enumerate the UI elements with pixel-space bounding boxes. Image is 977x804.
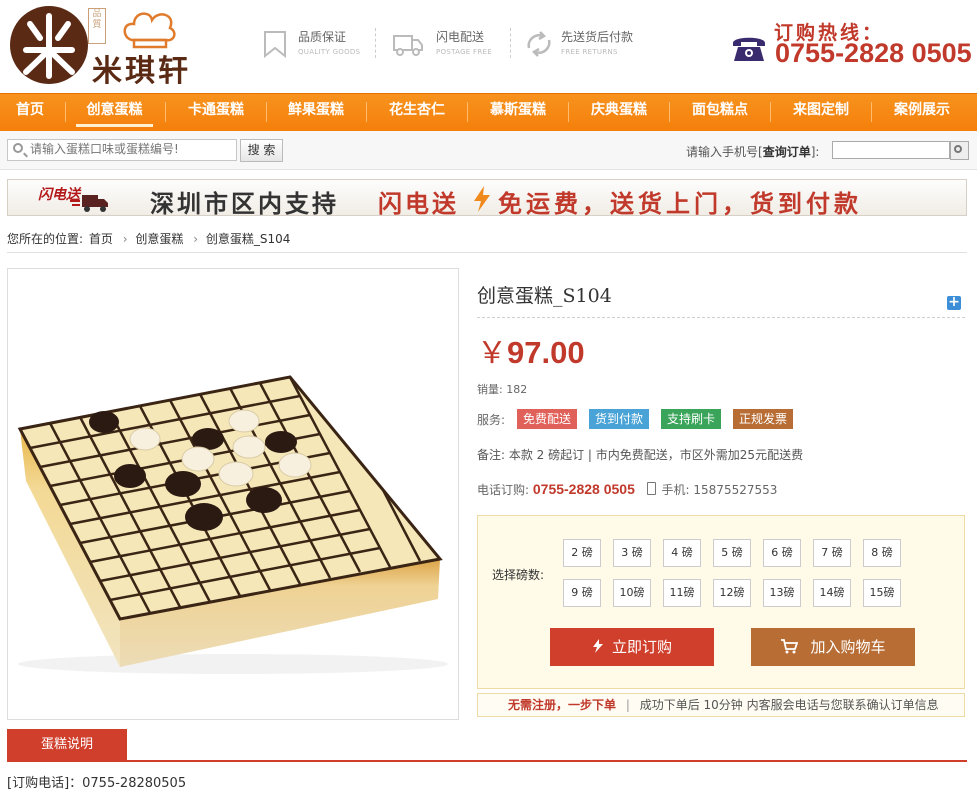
nav-showcase[interactable]: 案例展示	[876, 94, 968, 130]
nav-fruit-cake[interactable]: 鲜果蛋糕	[271, 94, 361, 130]
weight-option-11[interactable]: 11磅	[663, 579, 701, 607]
telephone-icon	[733, 37, 765, 61]
weight-option-6[interactable]: 6 磅	[763, 539, 801, 567]
weight-option-5[interactable]: 5 磅	[713, 539, 751, 567]
search-icon	[954, 145, 962, 153]
weight-option-3[interactable]: 3 磅	[613, 539, 651, 567]
mobile-icon	[646, 482, 656, 495]
truck-icon	[70, 195, 108, 212]
banner-text-city: 深圳市区内支持	[150, 190, 339, 218]
weight-option-15[interactable]: 15磅	[863, 579, 901, 607]
site-header: 品質 米琪轩 品质保证 QUALITY GOODS 闪电配送 POSTAGE F…	[0, 0, 977, 93]
weight-option-8[interactable]: 8 磅	[863, 539, 901, 567]
service-tag-free-delivery: 免费配送	[517, 409, 578, 429]
tab-cake-description[interactable]: 蛋糕说明	[7, 729, 127, 760]
search-bar: 搜 索 请输入手机号[查询订单]:	[0, 131, 977, 170]
weight-option-13[interactable]: 13磅	[763, 579, 801, 607]
chevron-right-icon: ›	[122, 232, 128, 246]
breadcrumb-current: 创意蛋糕_S104	[205, 232, 291, 246]
feature-divider	[510, 28, 511, 58]
product-title: 创意蛋糕_S104	[477, 285, 612, 307]
order-info-note: 无需注册，一步下单 | 成功下单后 10分钟 内客服会电话与您联系确认订单信息	[477, 693, 965, 717]
weight-option-9[interactable]: 9 磅	[563, 579, 601, 607]
add-to-cart-button[interactable]: 加入购物车	[751, 628, 915, 666]
order-note: 备注: 本款 2 磅起订 | 市内免费配送，市区外需加25元配送费	[477, 448, 804, 462]
nav-divider	[467, 102, 468, 122]
service-tag-card: 支持刷卡	[661, 409, 722, 429]
buy-now-button[interactable]: 立即订购	[550, 628, 714, 666]
lightning-icon	[474, 186, 490, 212]
nav-peanut-almond[interactable]: 花生杏仁	[371, 94, 463, 130]
service-tag-invoice: 正规发票	[733, 409, 794, 429]
weight-option-12[interactable]: 12磅	[713, 579, 751, 607]
hotline-number: 0755-2828 0505	[775, 38, 972, 68]
weight-selector: 选择磅数: 2 磅 3 磅 4 磅 5 磅 6 磅 7 磅 8 磅 9 磅 10…	[477, 515, 965, 689]
logo-mark[interactable]	[10, 6, 88, 84]
product-price: ￥97.00	[477, 335, 585, 371]
nav-divider	[65, 102, 66, 122]
feature-divider	[375, 28, 376, 58]
nav-creative-cake[interactable]: 创意蛋糕	[74, 94, 155, 130]
chef-hat-icon	[123, 12, 176, 49]
nav-divider	[165, 102, 166, 122]
nav-divider	[366, 102, 367, 122]
weight-option-2[interactable]: 2 磅	[563, 539, 601, 567]
phone-order-row: 电话订购: 0755-2828 0505 手机: 15875527553	[477, 481, 778, 497]
weight-option-10[interactable]: 10磅	[613, 579, 651, 607]
nav-divider	[669, 102, 670, 122]
order-query-button[interactable]	[950, 141, 969, 160]
nav-divider	[568, 102, 569, 122]
order-query-label: 请输入手机号[查询订单]:	[686, 145, 820, 159]
order-phone-input[interactable]	[832, 141, 950, 159]
plus-icon[interactable]: +	[947, 295, 961, 310]
search-icon	[13, 143, 23, 153]
nav-bread-pastry[interactable]: 面包糕点	[674, 94, 766, 130]
weight-option-14[interactable]: 14磅	[813, 579, 851, 607]
search-input[interactable]	[30, 141, 230, 157]
service-label: 服务:	[477, 413, 506, 427]
search-box[interactable]	[7, 139, 237, 161]
nav-custom-photo[interactable]: 来图定制	[775, 94, 867, 130]
breadcrumb: 您所在的位置: 首页 › 创意蛋糕 › 创意蛋糕_S104	[7, 230, 967, 253]
truck-icon	[393, 35, 423, 56]
lightning-icon	[592, 639, 603, 653]
weight-option-4[interactable]: 4 磅	[663, 539, 701, 567]
breadcrumb-link-home[interactable]: 首页	[89, 232, 113, 246]
nav-divider	[770, 102, 771, 122]
logo-tag: 品質	[88, 8, 106, 44]
nav-divider	[871, 102, 872, 122]
nav-mousse-cake[interactable]: 慕斯蛋糕	[472, 94, 564, 130]
nav-home[interactable]: 首页	[0, 94, 60, 130]
cart-icon	[781, 639, 799, 654]
chevron-right-icon: ›	[193, 232, 199, 246]
brand-name[interactable]: 米琪轩	[92, 46, 191, 90]
breadcrumb-link-category[interactable]: 创意蛋糕	[135, 232, 183, 246]
delivery-banner[interactable]: 闪电送 深圳市区内支持 闪电送 免运费，送货上门，货到付款	[7, 179, 967, 218]
search-button[interactable]: 搜 索	[240, 139, 283, 162]
banner-text-flash: 闪电送	[378, 190, 459, 218]
nav-cartoon-cake[interactable]: 卡通蛋糕	[170, 94, 262, 130]
mobile-number: 15875527553	[693, 483, 778, 497]
recycle-icon	[527, 31, 551, 57]
weight-option-7[interactable]: 7 磅	[813, 539, 851, 567]
nav-celebration-cake[interactable]: 庆典蛋糕	[573, 94, 665, 130]
product-image[interactable]	[7, 268, 459, 720]
phone-number: 0755-2828 0505	[532, 481, 635, 497]
description-text: [订购电话]：0755-28280505	[7, 776, 187, 791]
sales-count: 销量: 182	[477, 383, 528, 396]
bookmark-icon	[264, 31, 286, 58]
cake-image	[17, 375, 448, 674]
tab-underline	[7, 760, 967, 762]
title-divider	[477, 317, 965, 318]
service-tag-cod: 货到付款	[589, 409, 650, 429]
nav-divider	[266, 102, 267, 122]
weight-label: 选择磅数:	[492, 568, 545, 582]
banner-text-free: 免运费，送货上门，货到付款	[498, 190, 862, 218]
main-nav: 首页 创意蛋糕 卡通蛋糕 鲜果蛋糕 花生杏仁 慕斯蛋糕 庆典蛋糕 面包糕点 来图…	[0, 93, 977, 131]
